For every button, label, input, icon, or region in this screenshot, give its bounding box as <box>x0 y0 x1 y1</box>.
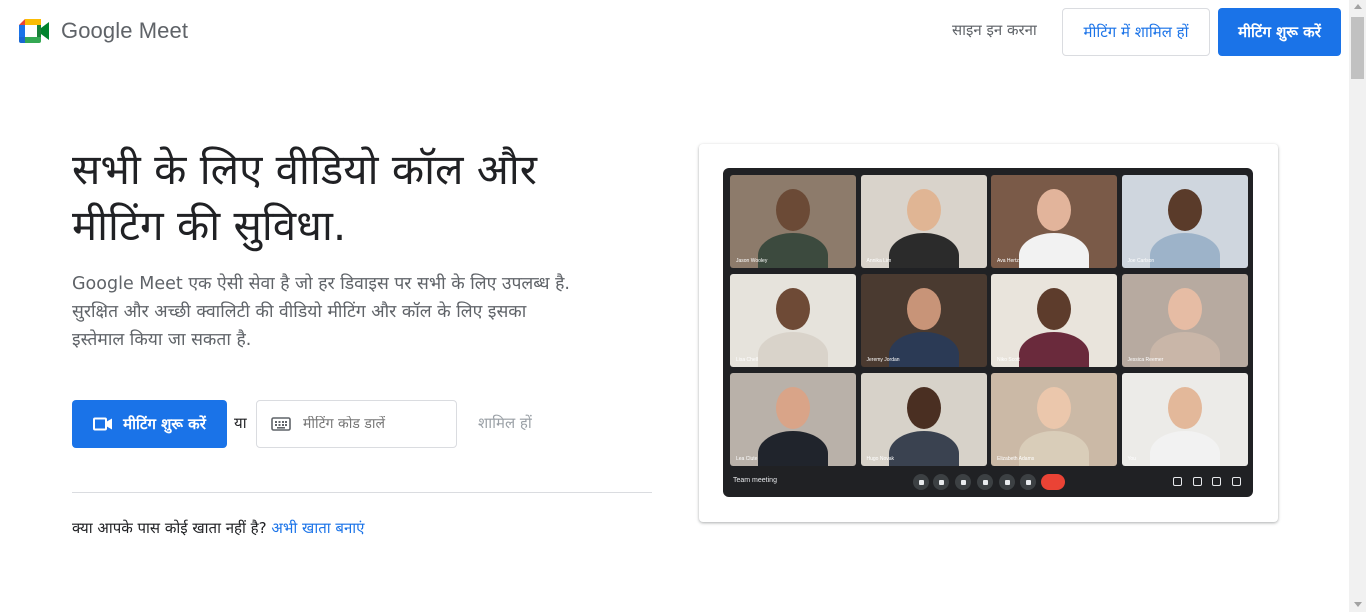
captions-icon <box>955 474 971 490</box>
participant-face <box>1167 189 1202 231</box>
participant-tile: Joe Carlson <box>1121 175 1248 268</box>
header: Google Meet साइन इन करना मीटिंग में शामि… <box>0 0 1349 64</box>
create-account-link[interactable]: अभी खाता बनाएं <box>271 519 364 537</box>
meet-logo-icon <box>19 19 49 43</box>
raise-hand-icon <box>977 474 993 490</box>
meeting-code-input[interactable] <box>303 416 453 432</box>
scroll-thumb[interactable] <box>1351 17 1364 79</box>
join-button[interactable]: शामिल हों <box>478 413 532 433</box>
hero-subtitle-line1: Google Meet एक ऐसी सेवा है जो हर डिवाइस … <box>72 274 570 294</box>
participant-name: Hugo Novak <box>866 456 895 462</box>
participant-tile: Jason Wooley <box>730 175 856 268</box>
participant-tile: Annika Lim <box>860 175 987 268</box>
participant-name: Lisa Chell <box>736 357 758 363</box>
participant-face <box>1037 387 1071 429</box>
participant-tile: Lisa Chell <box>730 274 856 367</box>
participant-face <box>1037 288 1071 330</box>
keyboard-icon <box>271 417 291 431</box>
participant-tile: Jeremy Jordan <box>860 274 987 367</box>
participant-face <box>776 189 810 231</box>
participant-name: Jessica Reemer <box>1127 357 1164 363</box>
meeting-preview: Jason Wooley Annika Lim Ava Hertz Joe Carls… <box>723 168 1253 497</box>
participant-tile: Lea Clute <box>730 373 856 466</box>
google-meet-logo[interactable]: Google Meet <box>19 18 188 44</box>
illustration-card: Jason Wooley Annika Lim Ava Hertz Joe Carls… <box>699 144 1278 522</box>
no-account-text: क्या आपके पास कोई खाता नहीं है? अभी खाता… <box>72 518 364 538</box>
camera-icon <box>933 474 949 490</box>
present-icon <box>999 474 1015 490</box>
participant-body <box>1149 431 1220 466</box>
participant-name: You <box>1127 456 1136 462</box>
participant-body <box>1019 233 1089 268</box>
end-call-icon <box>1041 474 1065 490</box>
signin-link[interactable]: साइन इन करना <box>952 20 1037 40</box>
participant-tile: Jessica Reemer <box>1121 274 1248 367</box>
participant-face <box>776 288 810 330</box>
participant-body <box>758 332 828 367</box>
participant-name: Ava Hertz <box>997 258 1019 264</box>
mic-icon <box>913 474 929 490</box>
start-meeting-button-top[interactable]: मीटिंग शुरू करें <box>1218 8 1341 56</box>
participant-name: Jason Wooley <box>736 258 768 264</box>
participant-body <box>888 431 959 466</box>
activities-icon <box>1232 477 1241 486</box>
participant-face <box>1167 387 1202 429</box>
participant-tile: You <box>1121 373 1248 466</box>
participant-name: Niko Scott <box>997 357 1020 363</box>
participant-body <box>1019 332 1089 367</box>
hero-title: सभी के लिए वीडियो कॉल और मीटिंग की सुविध… <box>72 142 632 254</box>
or-text: या <box>234 414 247 432</box>
participant-body <box>758 431 828 466</box>
hero-title-line1: सभी के लिए वीडियो कॉल और <box>72 145 537 194</box>
start-meeting-button[interactable]: मीटिंग शुरू करें <box>72 400 227 448</box>
participant-tile: Niko Scott <box>991 274 1117 367</box>
participant-face <box>1167 288 1202 330</box>
hero-subtitle-line3: इस्तेमाल किया जा सकता है. <box>72 330 252 350</box>
participant-tile: Elizabeth Adams <box>991 373 1117 466</box>
info-icon <box>1173 477 1182 486</box>
participant-name: Lea Clute <box>736 456 758 462</box>
meeting-name: Team meeting <box>733 477 777 484</box>
scroll-down-arrow-icon[interactable] <box>1354 602 1362 607</box>
logo-text: Google Meet <box>61 18 189 43</box>
participant-body <box>1149 233 1220 268</box>
more-options-icon <box>1020 474 1036 490</box>
scroll-up-arrow-icon[interactable] <box>1354 4 1362 9</box>
participant-name: Joe Carlson <box>1127 258 1155 264</box>
scrollbar[interactable] <box>1349 0 1366 612</box>
join-meeting-button[interactable]: मीटिंग में शामिल हों <box>1062 8 1210 56</box>
people-icon <box>1193 477 1202 486</box>
participant-face <box>906 387 941 429</box>
participant-face <box>906 288 941 330</box>
start-meeting-label: मीटिंग शुरू करें <box>123 415 206 433</box>
participant-face <box>1037 189 1071 231</box>
participant-tile: Hugo Novak <box>860 373 987 466</box>
meeting-controls-bar: Team meeting <box>723 467 1253 497</box>
video-camera-icon <box>93 417 113 431</box>
divider <box>72 492 652 493</box>
participant-body <box>888 233 959 268</box>
chat-icon <box>1212 477 1221 486</box>
participant-name: Elizabeth Adams <box>997 456 1035 462</box>
hero-subtitle-line2: सुरक्षित और अच्छी क्वालिटी की वीडियो मीट… <box>72 302 527 322</box>
hero-subtitle: Google Meet एक ऐसी सेवा है जो हर डिवाइस … <box>72 270 632 354</box>
participant-name: Jeremy Jordan <box>866 357 900 363</box>
participant-tile: Ava Hertz <box>991 175 1117 268</box>
participant-face <box>776 387 810 429</box>
no-account-question: क्या आपके पास कोई खाता नहीं है? <box>72 519 267 537</box>
meeting-code-field[interactable] <box>256 400 457 448</box>
participant-body <box>758 233 828 268</box>
hero-title-line2: मीटिंग की सुविधा. <box>72 201 347 250</box>
participant-name: Annika Lim <box>866 258 892 264</box>
participant-face <box>906 189 941 231</box>
page: Google Meet साइन इन करना मीटिंग में शामि… <box>0 0 1366 612</box>
